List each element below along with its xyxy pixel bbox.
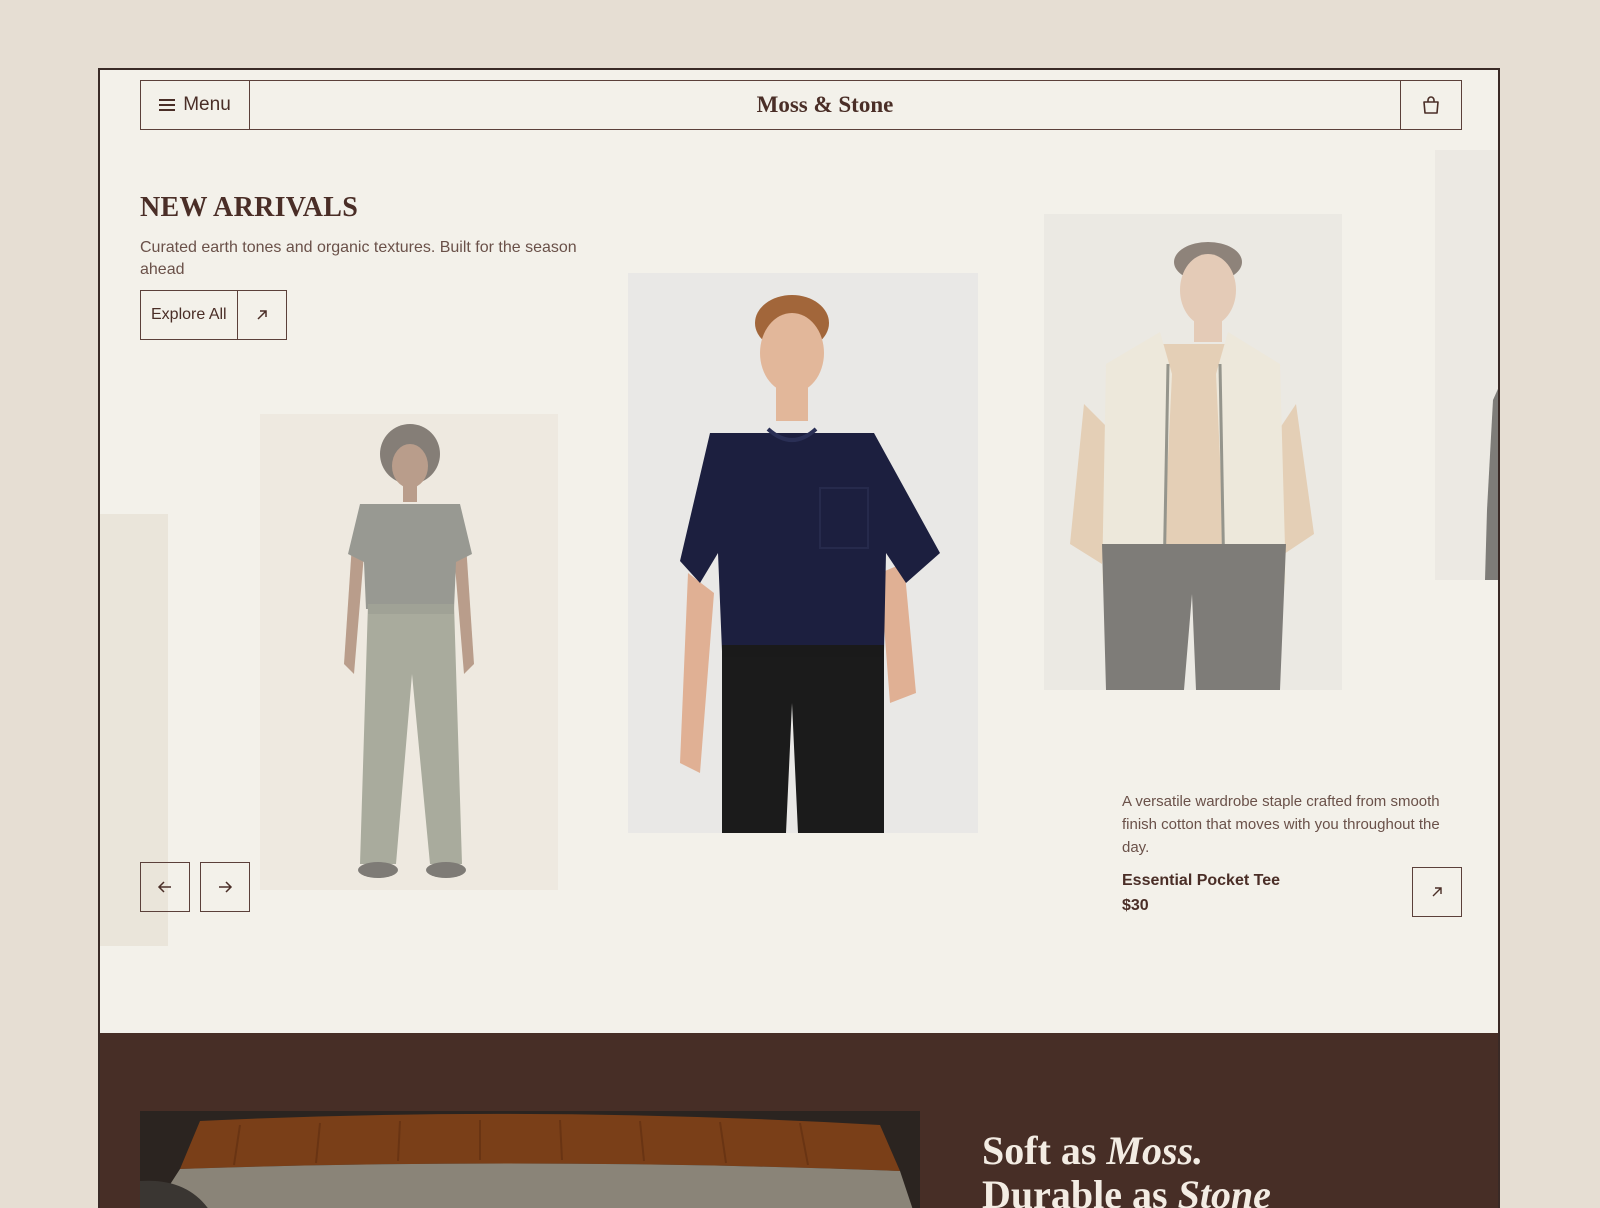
menu-button[interactable]: Menu: [141, 81, 250, 129]
brand-logo[interactable]: Moss & Stone: [250, 81, 1400, 129]
promo-heading: Soft as Moss. Durable as Stone: [982, 1128, 1271, 1208]
product-image: [1044, 214, 1342, 690]
fabric-image: [140, 1111, 920, 1208]
view-product-button[interactable]: [1412, 867, 1462, 917]
product-description: A versatile wardrobe staple crafted from…: [1122, 793, 1440, 856]
cart-button[interactable]: [1400, 81, 1461, 129]
product-card[interactable]: [260, 414, 558, 890]
page-frame: Menu Moss & Stone NEW ARRIVALS Curated e…: [98, 68, 1500, 1208]
promo-section: Soft as Moss. Durable as Stone: [100, 1033, 1498, 1208]
page-title: NEW ARRIVALS: [140, 192, 359, 223]
arrow-right-icon: [219, 881, 233, 893]
product-image: [628, 273, 978, 833]
explore-all-label: Explore All: [151, 306, 227, 323]
product-card-partial-right[interactable]: [1435, 150, 1498, 580]
arrow-up-right-icon: [236, 291, 286, 339]
site-header: Menu Moss & Stone: [140, 80, 1462, 130]
hero-subtitle: Curated earth tones and organic textures…: [140, 239, 577, 278]
carousel-prev-button[interactable]: [140, 862, 190, 912]
menu-label: Menu: [183, 94, 231, 115]
arrow-left-icon: [157, 881, 171, 893]
carousel-next-button[interactable]: [200, 862, 250, 912]
product-name[interactable]: Essential Pocket Tee: [1122, 872, 1280, 890]
hamburger-icon: [159, 96, 176, 114]
product-price: $30: [1122, 897, 1149, 914]
arrow-up-right-icon: [1432, 887, 1442, 897]
product-card-active[interactable]: [628, 273, 978, 833]
explore-all-button[interactable]: Explore All: [140, 290, 287, 340]
product-image: [260, 414, 558, 890]
product-card[interactable]: [1044, 214, 1342, 690]
product-image: [1435, 150, 1498, 580]
shopping-bag-icon: [1423, 96, 1439, 114]
